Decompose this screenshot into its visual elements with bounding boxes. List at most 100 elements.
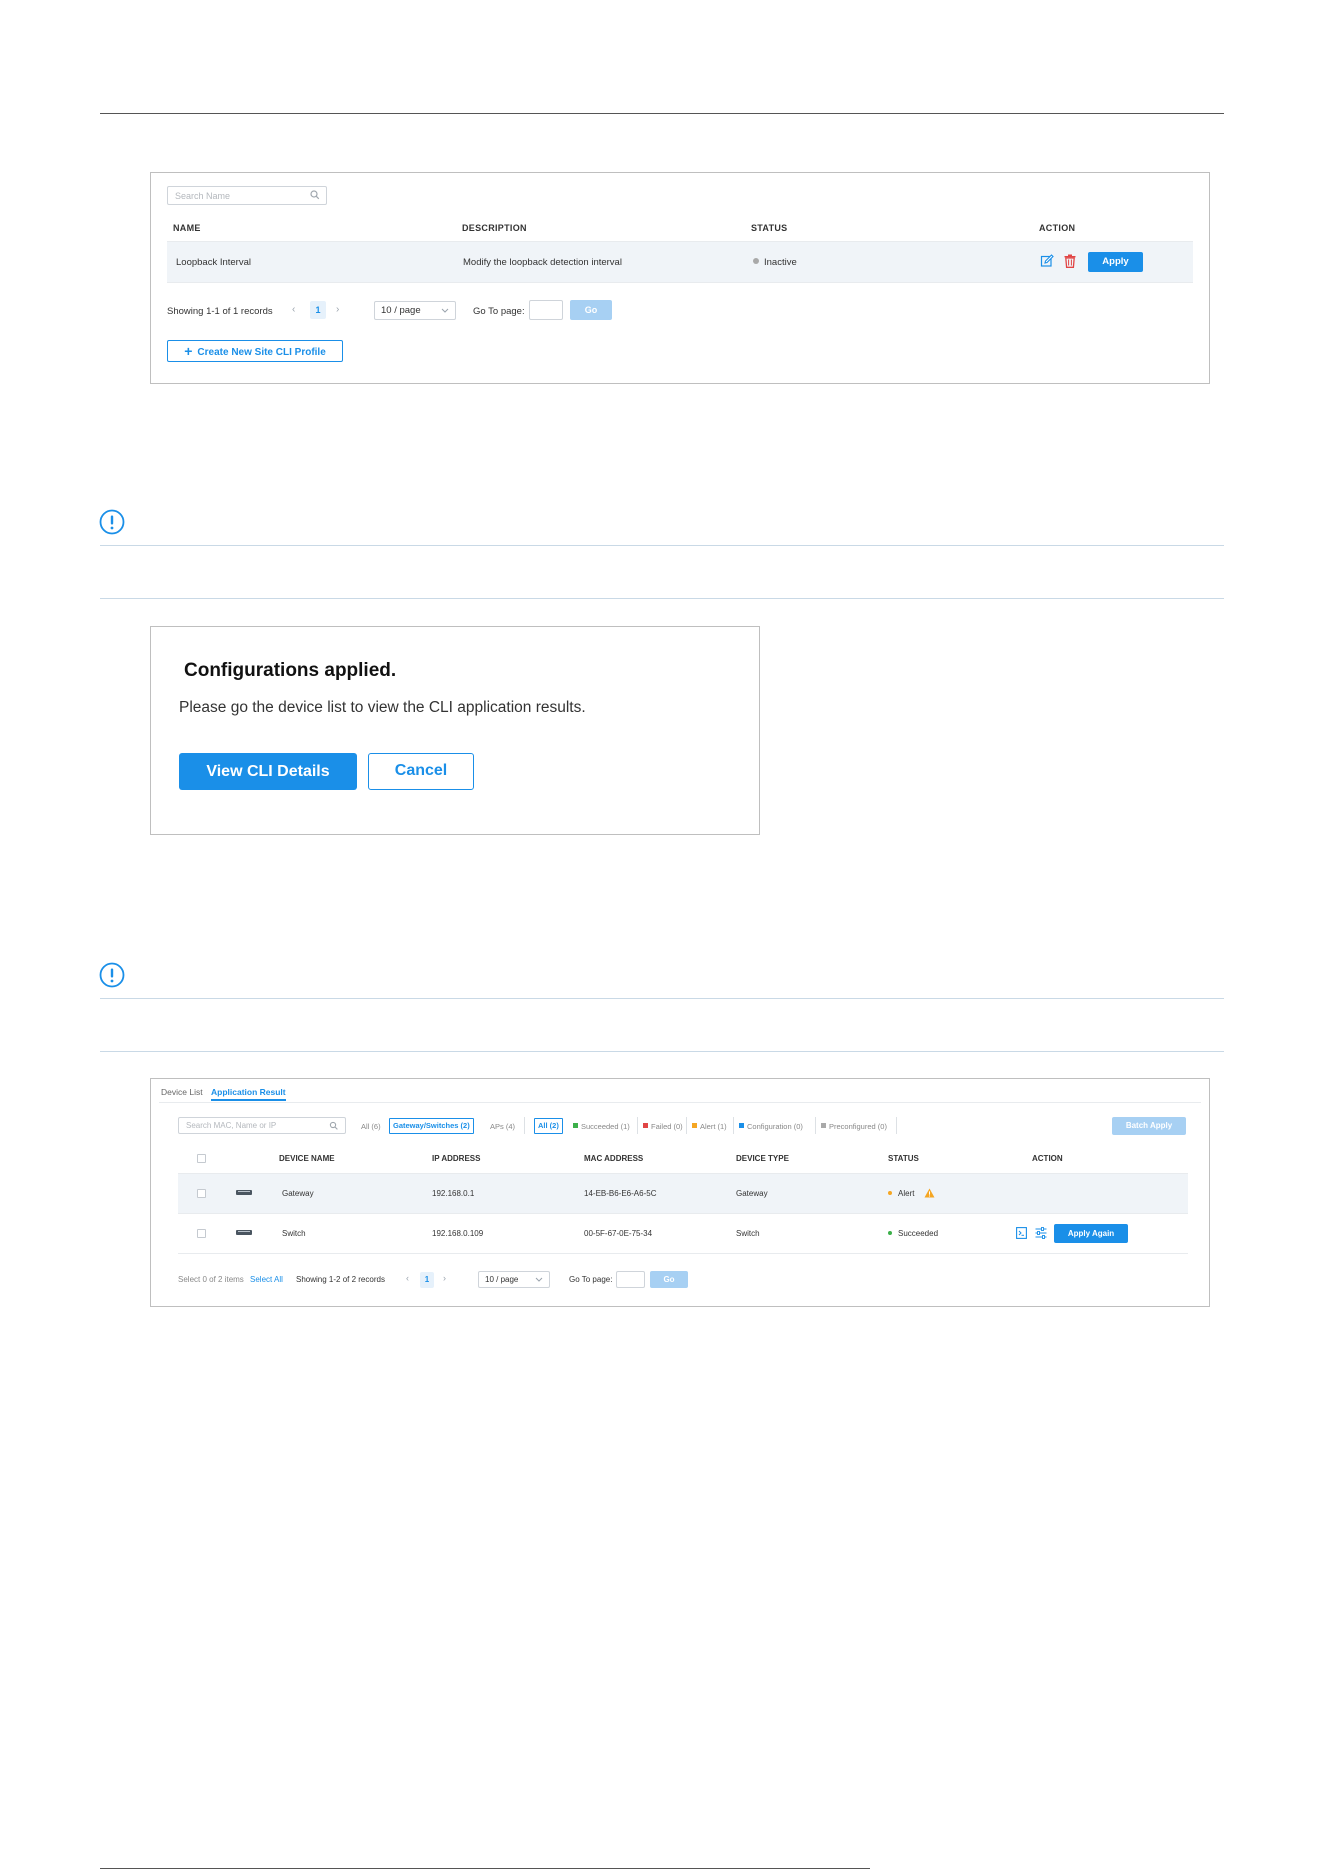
status-filter-preconfigured[interactable]: Preconfigured (0)	[821, 1122, 887, 1131]
cli-details-icon[interactable]	[1016, 1227, 1027, 1239]
status-dot	[888, 1231, 892, 1235]
goto-page-input[interactable]	[616, 1271, 645, 1288]
top-rule	[100, 113, 1224, 114]
device-name[interactable]: Gateway	[282, 1189, 314, 1198]
profile-name: Loopback Interval	[176, 257, 251, 268]
column-action: ACTION	[1039, 223, 1076, 233]
column-status: STATUS	[751, 223, 788, 233]
apply-button[interactable]: Apply	[1088, 252, 1143, 272]
next-page-button[interactable]: ›	[336, 304, 339, 315]
next-page-button[interactable]: ›	[443, 1273, 446, 1283]
current-page[interactable]: 1	[420, 1272, 434, 1288]
create-profile-label: Create New Site CLI Profile	[197, 347, 326, 358]
chevron-down-icon	[535, 1277, 543, 1282]
filter-separator	[815, 1117, 816, 1134]
tab-divider	[159, 1102, 1201, 1103]
current-page[interactable]: 1	[310, 301, 326, 319]
settings-sliders-icon[interactable]	[1035, 1227, 1047, 1239]
tab-application-result[interactable]: Application Result	[211, 1087, 286, 1101]
note-icon	[99, 962, 125, 988]
switch-device-icon	[236, 1230, 252, 1235]
column-mac-address: MAC ADDRESS	[584, 1154, 644, 1163]
records-summary: Showing 1-1 of 1 records	[167, 306, 273, 317]
device-name[interactable]: Switch	[282, 1229, 306, 1238]
failed-swatch	[643, 1123, 648, 1128]
bottom-rule	[100, 1868, 870, 1869]
row-checkbox[interactable]	[197, 1189, 206, 1198]
dialog-message: Please go the device list to view the CL…	[179, 699, 586, 716]
chevron-down-icon	[441, 308, 449, 313]
create-profile-button[interactable]: + Create New Site CLI Profile	[167, 340, 343, 362]
column-device-name: DEVICE NAME	[279, 1154, 335, 1163]
status-text: Succeeded	[898, 1229, 939, 1238]
filter-separator	[896, 1117, 897, 1134]
prev-page-button[interactable]: ‹	[292, 304, 295, 315]
succeeded-swatch	[573, 1123, 578, 1128]
table-row: Gateway 192.168.0.1 14-EB-B6-E6-A6-5C Ga…	[178, 1174, 1188, 1213]
type-filter-aps[interactable]: APs (4)	[490, 1122, 515, 1131]
go-button[interactable]: Go	[570, 300, 612, 320]
status-filter-label: Alert (1)	[700, 1122, 727, 1131]
goto-label: Go To page:	[569, 1275, 613, 1284]
status-filter-label: Preconfigured (0)	[829, 1122, 887, 1131]
status-filter-all[interactable]: All (2)	[534, 1118, 563, 1134]
confirmation-dialog: Configurations applied. Please go the de…	[150, 626, 760, 835]
filter-separator	[686, 1117, 687, 1134]
status-filter-alert[interactable]: Alert (1)	[692, 1122, 727, 1131]
edit-icon[interactable]	[1040, 254, 1054, 268]
page-size-select[interactable]: 10 / page	[478, 1271, 550, 1288]
view-cli-details-button[interactable]: View CLI Details	[179, 753, 357, 790]
column-name: NAME	[173, 223, 201, 233]
mac-address: 14-EB-B6-E6-A6-5C	[584, 1189, 657, 1198]
device-type: Gateway	[736, 1189, 768, 1198]
plus-icon: +	[184, 343, 193, 359]
records-summary: Showing 1-2 of 2 records	[296, 1275, 385, 1284]
row-checkbox[interactable]	[197, 1229, 206, 1238]
search-input[interactable]: Search MAC, Name or IP	[178, 1117, 346, 1134]
status-filter-succeeded[interactable]: Succeeded (1)	[573, 1122, 630, 1131]
status-filter-label: Configuration (0)	[747, 1122, 803, 1131]
gateway-device-icon	[236, 1190, 252, 1195]
note-rule-bottom	[100, 1051, 1224, 1052]
column-description: DESCRIPTION	[462, 223, 527, 233]
note-rule-bottom	[100, 598, 1224, 599]
configuration-swatch	[739, 1123, 744, 1128]
table-row: Switch 192.168.0.109 00-5F-67-0E-75-34 S…	[178, 1214, 1188, 1253]
application-result-panel: Device List Application Result Search MA…	[150, 1078, 1210, 1307]
search-input[interactable]: Search Name	[167, 186, 327, 205]
type-filter-all[interactable]: All (6)	[361, 1122, 381, 1131]
batch-apply-button[interactable]: Batch Apply	[1112, 1117, 1186, 1135]
filter-separator	[637, 1117, 638, 1134]
apply-again-button[interactable]: Apply Again	[1054, 1224, 1128, 1243]
warning-icon[interactable]	[924, 1188, 935, 1198]
status-filter-failed[interactable]: Failed (0)	[643, 1122, 683, 1131]
goto-label: Go To page:	[473, 306, 525, 317]
status-text: Alert	[898, 1189, 915, 1198]
select-all-checkbox[interactable]	[197, 1154, 206, 1163]
note-icon	[99, 509, 125, 535]
search-placeholder: Search MAC, Name or IP	[186, 1121, 277, 1130]
status-filter-label: Failed (0)	[651, 1122, 683, 1131]
type-filter-gateway-switches[interactable]: Gateway/Switches (2)	[389, 1118, 474, 1134]
cancel-button[interactable]: Cancel	[368, 753, 474, 790]
profile-status: Inactive	[753, 257, 797, 268]
select-all-link[interactable]: Select All	[250, 1275, 283, 1284]
prev-page-button[interactable]: ‹	[406, 1273, 409, 1283]
dialog-title: Configurations applied.	[184, 660, 397, 681]
filter-separator	[733, 1117, 734, 1134]
ip-address: 192.168.0.109	[432, 1229, 484, 1238]
tab-device-list[interactable]: Device List	[161, 1087, 203, 1097]
page-size-select[interactable]: 10 / page	[374, 301, 456, 320]
note-rule-top	[100, 545, 1224, 546]
delete-icon[interactable]	[1064, 254, 1076, 268]
goto-page-input[interactable]	[529, 300, 563, 320]
column-status: STATUS	[888, 1154, 919, 1163]
column-action: ACTION	[1032, 1154, 1063, 1163]
status-filter-configuration[interactable]: Configuration (0)	[739, 1122, 803, 1131]
search-icon	[310, 190, 320, 200]
ip-address: 192.168.0.1	[432, 1189, 475, 1198]
preconfigured-swatch	[821, 1123, 826, 1128]
go-button[interactable]: Go	[650, 1271, 688, 1288]
profile-description: Modify the loopback detection interval	[463, 257, 622, 268]
page-size-value: 10 / page	[485, 1275, 519, 1284]
